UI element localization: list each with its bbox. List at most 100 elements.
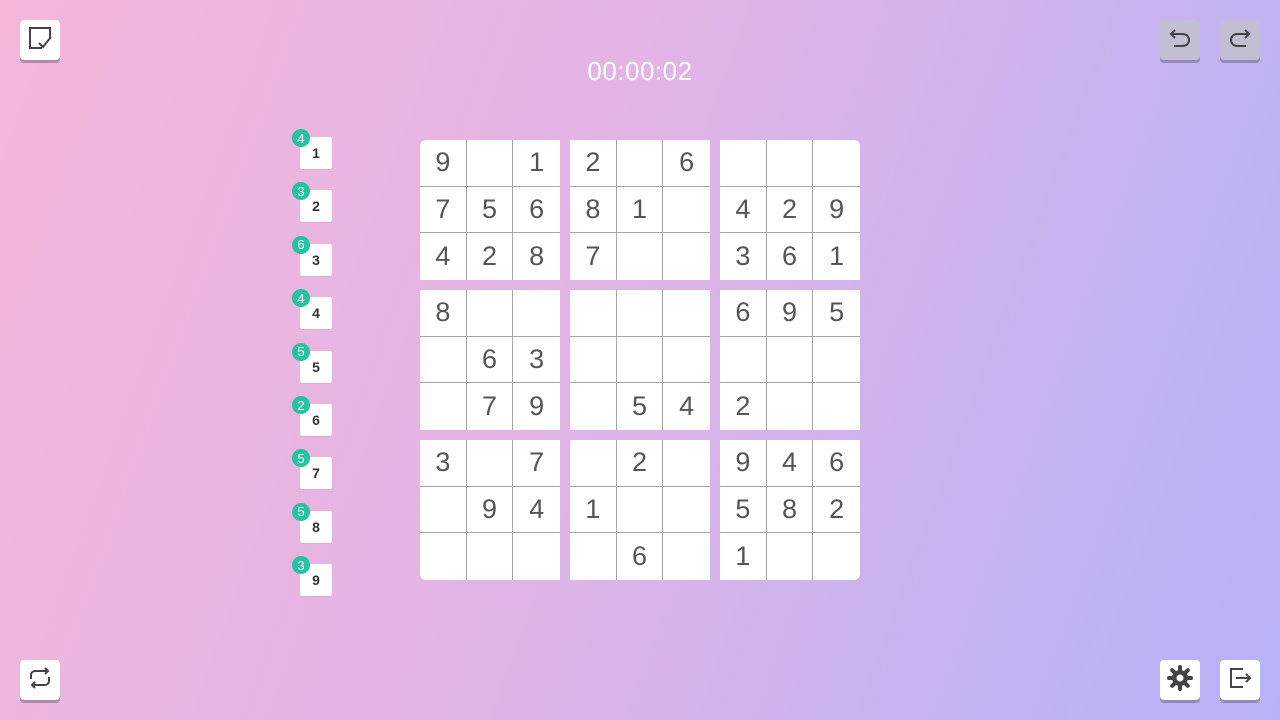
sudoku-cell[interactable] [466, 290, 514, 337]
undo-icon [1166, 24, 1194, 57]
counter-digit: 9 [312, 572, 320, 589]
sudoku-cell[interactable]: 2 [720, 383, 767, 430]
sudoku-cell[interactable] [420, 533, 467, 580]
sudoku-cell[interactable]: 5 [466, 186, 514, 234]
sudoku-cell[interactable] [570, 533, 617, 580]
sudoku-cell[interactable] [616, 140, 664, 187]
sudoku-cell[interactable] [420, 486, 467, 534]
sudoku-cell[interactable]: 6 [720, 290, 767, 337]
sudoku-cell[interactable] [616, 336, 664, 384]
sudoku-cell[interactable] [570, 290, 617, 337]
sudoku-cell[interactable]: 9 [513, 383, 560, 430]
sudoku-cell[interactable] [813, 140, 860, 187]
sudoku-cell[interactable]: 8 [766, 486, 814, 534]
sudoku-cell[interactable] [467, 533, 514, 580]
remaining-count-badge: 5 [292, 502, 310, 521]
sudoku-cell[interactable] [513, 290, 560, 337]
sudoku-box: 9465821 [720, 440, 860, 580]
sudoku-cell[interactable] [766, 140, 814, 187]
sudoku-cell[interactable]: 6 [663, 140, 710, 187]
sudoku-cell[interactable]: 1 [616, 186, 664, 234]
sudoku-cell[interactable]: 2 [616, 440, 664, 487]
sudoku-cell[interactable]: 7 [420, 186, 467, 234]
sudoku-cell[interactable]: 2 [813, 487, 860, 534]
counter-digit: 1 [312, 145, 320, 161]
redo-button[interactable] [1220, 20, 1260, 60]
sudoku-cell[interactable] [570, 383, 617, 430]
sudoku-cell[interactable]: 5 [617, 383, 664, 430]
sudoku-cell[interactable] [663, 487, 710, 534]
sudoku-cell[interactable] [617, 233, 664, 280]
sudoku-cell[interactable]: 6 [617, 533, 664, 580]
counter-digit: 3 [312, 251, 320, 268]
sudoku-cell[interactable]: 9 [466, 486, 514, 534]
check-puzzle-button[interactable] [20, 20, 60, 60]
exit-button[interactable] [1220, 660, 1260, 700]
settings-button[interactable] [1160, 660, 1200, 700]
sudoku-cell[interactable]: 1 [513, 140, 560, 187]
sudoku-cell[interactable]: 8 [420, 290, 467, 337]
sudoku-cell[interactable]: 3 [720, 233, 767, 280]
sudoku-cell[interactable]: 1 [813, 233, 860, 280]
sudoku-cell[interactable] [813, 533, 860, 580]
sudoku-cell[interactable]: 7 [513, 440, 560, 487]
sudoku-box: 91756428 [420, 140, 560, 280]
sudoku-cell[interactable]: 6 [513, 187, 560, 234]
sudoku-cell[interactable]: 2 [570, 140, 617, 187]
sudoku-cell[interactable] [813, 383, 860, 430]
sudoku-cell[interactable] [813, 337, 860, 384]
sudoku-cell[interactable] [616, 290, 664, 337]
sudoku-cell[interactable]: 8 [570, 186, 617, 234]
sudoku-cell[interactable] [663, 290, 710, 337]
sudoku-cell[interactable]: 4 [663, 383, 710, 430]
sudoku-cell[interactable] [663, 337, 710, 384]
sudoku-cell[interactable] [766, 336, 814, 384]
sudoku-cell[interactable] [513, 533, 560, 580]
sudoku-cell[interactable]: 4 [420, 233, 467, 280]
sudoku-cell[interactable]: 9 [813, 187, 860, 234]
sudoku-cell[interactable] [720, 336, 767, 384]
sudoku-cell[interactable] [663, 187, 710, 234]
sudoku-cell[interactable]: 1 [570, 486, 617, 534]
sudoku-cell[interactable] [663, 440, 710, 487]
sudoku-cell[interactable]: 2 [467, 233, 514, 280]
restart-button[interactable] [20, 660, 60, 700]
sudoku-cell[interactable] [570, 440, 617, 487]
sudoku-cell[interactable] [767, 383, 814, 430]
sudoku-cell[interactable]: 9 [420, 140, 467, 187]
sudoku-cell[interactable]: 9 [720, 440, 767, 487]
sudoku-box: 86379 [420, 290, 560, 430]
exit-icon [1226, 664, 1254, 697]
sudoku-cell[interactable]: 6 [466, 336, 514, 384]
sudoku-cell[interactable]: 8 [513, 233, 560, 280]
sudoku-cell[interactable] [466, 440, 514, 487]
undo-button[interactable] [1160, 20, 1200, 60]
sudoku-cell[interactable]: 1 [720, 533, 767, 580]
sudoku-cell[interactable]: 3 [420, 440, 467, 487]
sudoku-box: 3794 [420, 440, 560, 580]
sudoku-cell[interactable] [663, 233, 710, 280]
sudoku-cell[interactable]: 4 [720, 186, 767, 234]
sudoku-cell[interactable]: 9 [766, 290, 814, 337]
sudoku-cell[interactable]: 7 [467, 383, 514, 430]
sudoku-cell[interactable] [466, 140, 514, 187]
game-timer: 00:00:02 [587, 56, 693, 86]
sudoku-cell[interactable]: 3 [513, 337, 560, 384]
sudoku-cell[interactable] [767, 533, 814, 580]
sudoku-cell[interactable] [420, 336, 467, 384]
sudoku-cell[interactable]: 6 [813, 440, 860, 487]
sudoku-box: 6952 [720, 290, 860, 430]
sudoku-cell[interactable] [663, 533, 710, 580]
sudoku-cell[interactable] [720, 140, 767, 187]
sudoku-cell[interactable] [570, 336, 617, 384]
sudoku-cell[interactable]: 6 [767, 233, 814, 280]
sudoku-cell[interactable] [616, 486, 664, 534]
sudoku-cell[interactable]: 5 [720, 486, 767, 534]
sudoku-cell[interactable]: 4 [513, 487, 560, 534]
sudoku-cell[interactable]: 7 [570, 233, 617, 280]
sudoku-cell[interactable] [420, 383, 467, 430]
sudoku-cell[interactable]: 4 [766, 440, 814, 487]
counter-digit: 7 [312, 465, 320, 482]
sudoku-cell[interactable]: 5 [813, 290, 860, 337]
sudoku-cell[interactable]: 2 [766, 186, 814, 234]
